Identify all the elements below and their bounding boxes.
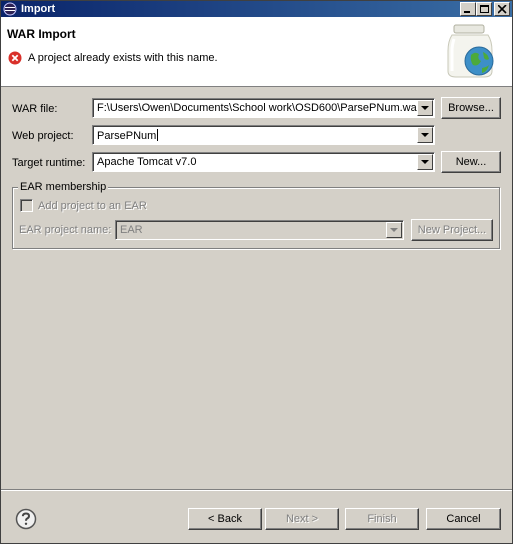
chevron-down-icon xyxy=(421,106,429,110)
web-project-dropdown-button[interactable] xyxy=(417,127,433,143)
ear-project-name-value: EAR xyxy=(120,224,143,236)
war-file-combo[interactable]: F:\Users\Owen\Documents\School work\OSD6… xyxy=(92,98,435,118)
eclipse-icon[interactable] xyxy=(3,2,17,16)
target-runtime-dropdown-button[interactable] xyxy=(417,154,433,170)
war-file-label: WAR file: xyxy=(12,103,58,115)
cancel-button[interactable]: Cancel xyxy=(426,508,501,530)
maximize-icon xyxy=(480,5,489,13)
add-to-ear-checkbox[interactable] xyxy=(20,199,33,212)
wizard-banner: WAR Import A project already exists with… xyxy=(1,17,512,87)
war-import-jar-globe-icon xyxy=(447,24,494,78)
text-cursor xyxy=(157,129,159,141)
close-button[interactable] xyxy=(494,2,510,16)
help-icon[interactable] xyxy=(15,508,37,530)
title-bar[interactable]: Import xyxy=(1,1,512,17)
web-project-value: ParsePNum xyxy=(97,130,157,142)
war-file-dropdown-button[interactable] xyxy=(417,100,433,116)
maximize-button[interactable] xyxy=(476,2,492,16)
footer-separator xyxy=(1,489,512,491)
browse-button[interactable]: Browse... xyxy=(441,97,501,119)
new-ear-project-button[interactable]: New Project... xyxy=(411,219,493,241)
ear-project-name-combo[interactable]: EAR xyxy=(115,220,404,240)
next-button[interactable]: Next > xyxy=(265,508,339,530)
war-file-value: F:\Users\Owen\Documents\School work\OSD6… xyxy=(97,102,421,114)
window-title: Import xyxy=(21,3,56,15)
new-runtime-button[interactable]: New... xyxy=(441,151,501,173)
chevron-down-icon xyxy=(421,160,429,164)
target-runtime-label: Target runtime: xyxy=(12,157,86,169)
close-icon xyxy=(498,5,507,14)
web-project-combo[interactable]: ParsePNum xyxy=(92,125,435,145)
ear-membership-title: EAR membership xyxy=(18,181,109,193)
chevron-down-icon xyxy=(390,228,398,232)
error-message: A project already exists with this name. xyxy=(28,52,218,64)
target-runtime-select[interactable]: Apache Tomcat v7.0 xyxy=(92,152,435,172)
import-dialog: Import WAR Import A project already exis… xyxy=(0,0,513,544)
chevron-down-icon xyxy=(421,133,429,137)
minimize-icon xyxy=(464,11,470,13)
back-button[interactable]: < Back xyxy=(188,508,262,530)
add-to-ear-label: Add project to an EAR xyxy=(38,200,147,212)
target-runtime-value: Apache Tomcat v7.0 xyxy=(97,156,197,168)
page-title: WAR Import xyxy=(7,27,76,41)
ear-project-dropdown-button[interactable] xyxy=(386,222,402,238)
ear-project-name-label: EAR project name: xyxy=(19,224,112,236)
finish-button[interactable]: Finish xyxy=(345,508,419,530)
web-project-label: Web project: xyxy=(12,130,74,142)
minimize-button[interactable] xyxy=(460,2,476,16)
error-icon xyxy=(8,51,22,65)
